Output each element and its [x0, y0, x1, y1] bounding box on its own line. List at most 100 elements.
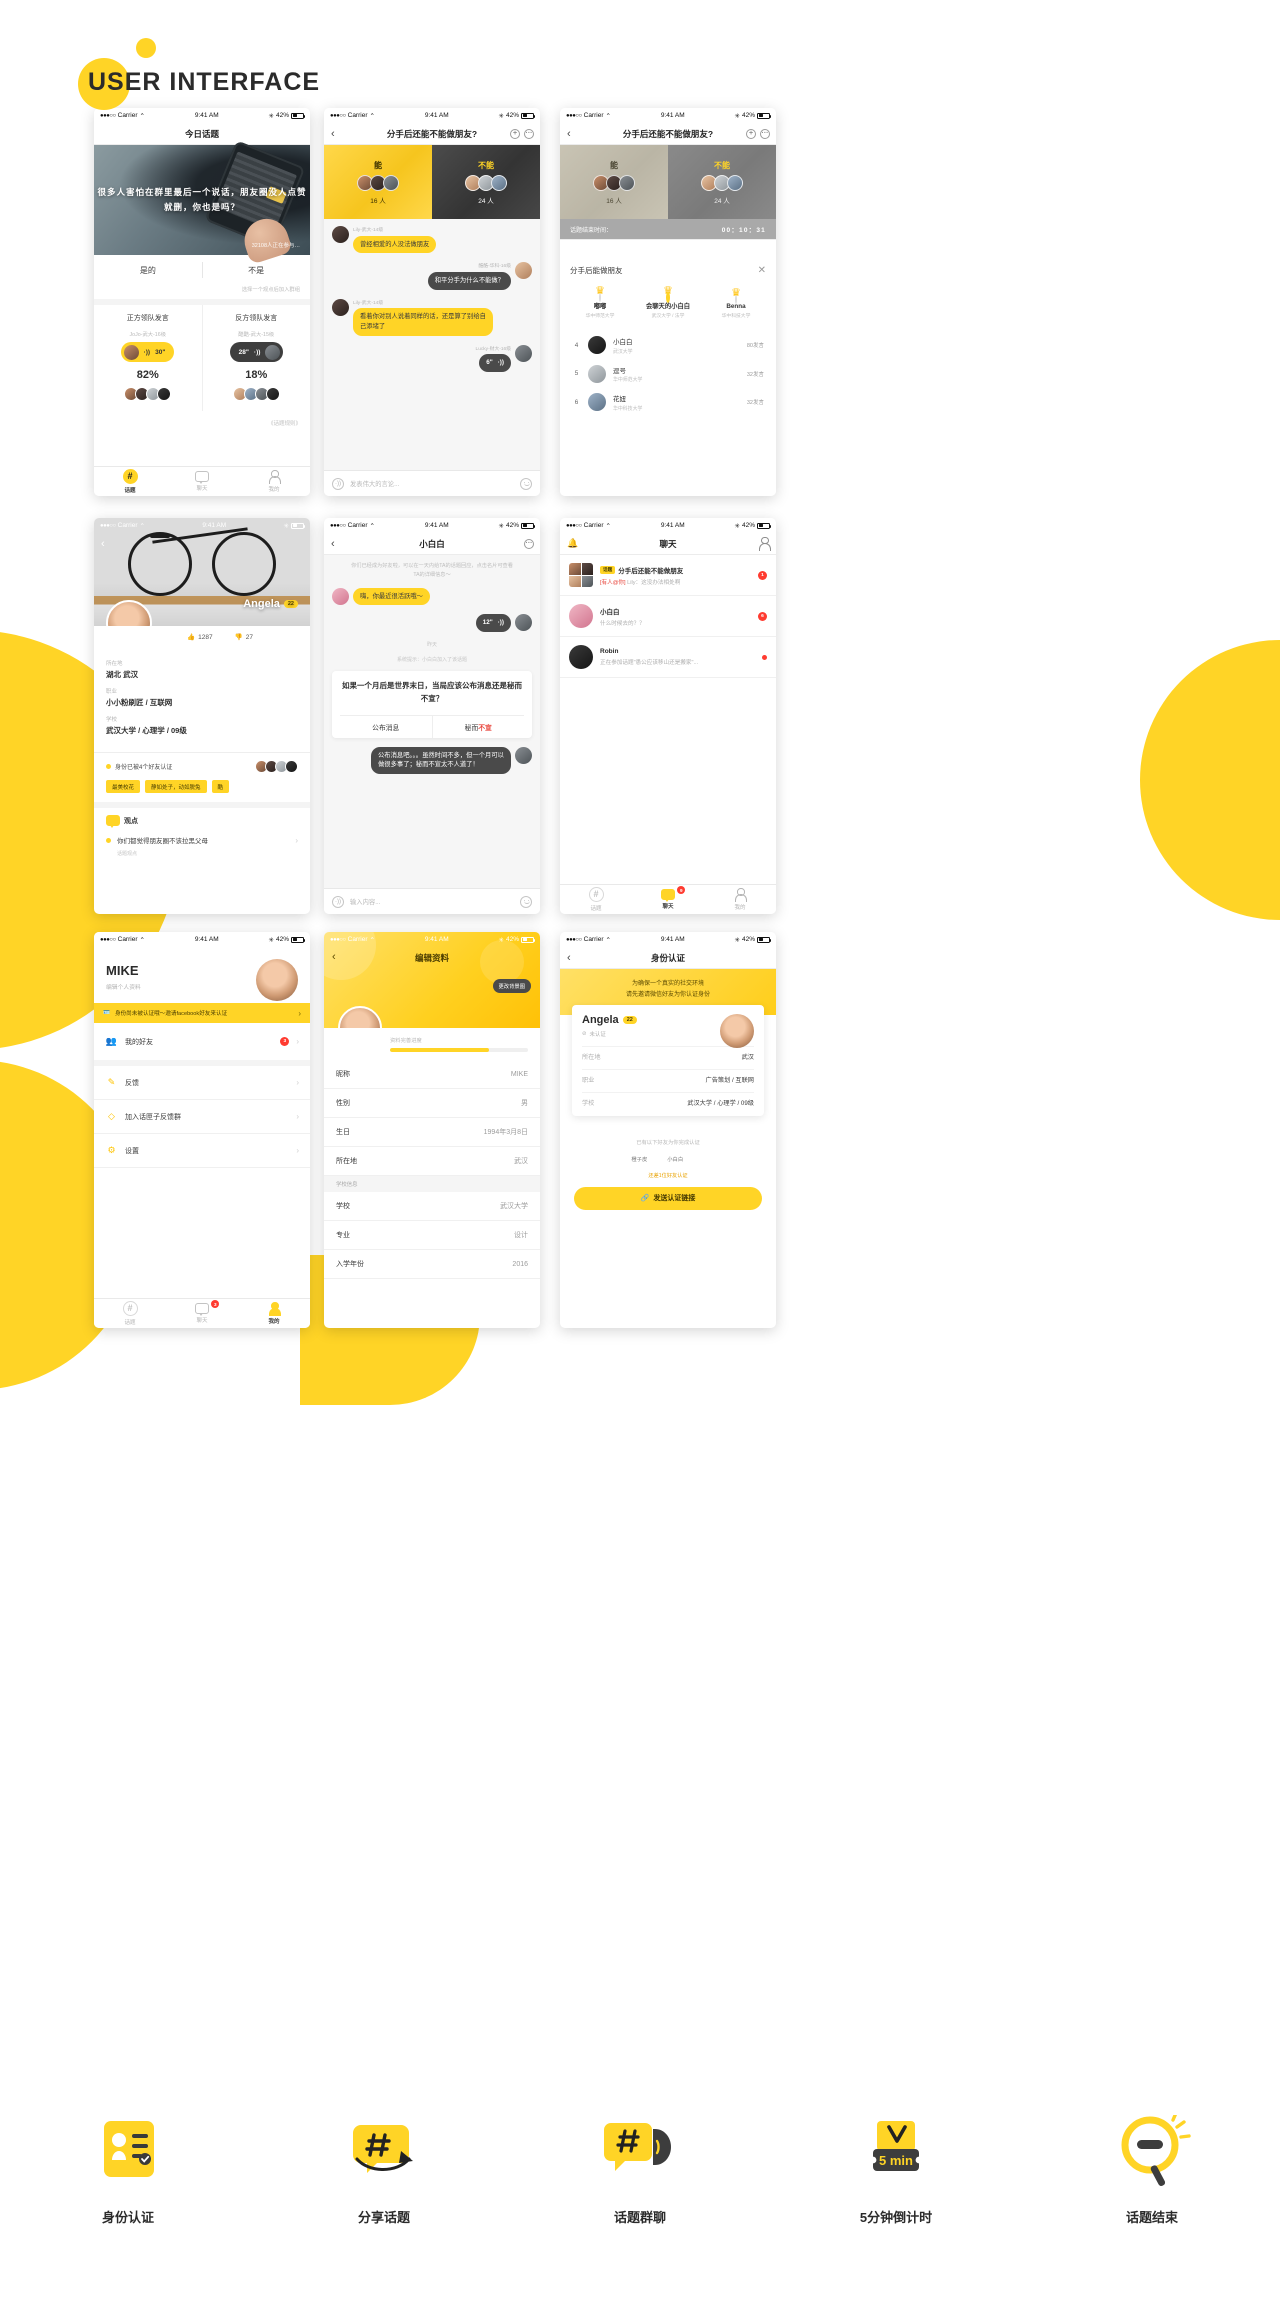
screen-me: ●●●○○ Carrier ⌃ 9:41 AM ✳ 42% MIKE 编辑个人资…: [94, 932, 310, 1328]
vote-option-conceal[interactable]: 秘而不宣: [431, 715, 525, 738]
emoji-icon[interactable]: [520, 477, 532, 490]
send-verify-link-button[interactable]: 🔗 发送认证链接: [574, 1186, 762, 1210]
message-list[interactable]: Lily-武大-14级 曾经相爱的人没法做朋友 酷酷-华科-16级 和平分手为什…: [324, 219, 540, 470]
edit-row-major[interactable]: 专业 设计: [324, 1221, 540, 1250]
message-bubble: 和平分手为什么不能做？: [427, 271, 511, 290]
me-header[interactable]: MIKE 编辑个人资料: [94, 947, 310, 1003]
message-input[interactable]: 输入内容...: [350, 897, 514, 906]
battery-icon: [521, 112, 535, 119]
add-icon[interactable]: +: [510, 128, 520, 139]
avatar[interactable]: [256, 959, 298, 1001]
side-yes[interactable]: 能 16 人: [560, 145, 668, 219]
more-icon[interactable]: ···: [524, 538, 534, 549]
verifier-placeholder: [703, 1155, 704, 1163]
signal-icon: ●●●○○: [566, 936, 582, 943]
more-icon[interactable]: ···: [524, 128, 534, 139]
add-icon[interactable]: +: [746, 128, 756, 139]
vote-yes-button[interactable]: 是的: [94, 255, 202, 285]
menu-item-settings[interactable]: ⚙ 设置 ›: [94, 1134, 310, 1168]
edit-row-enroll-year[interactable]: 入学年份 2016: [324, 1250, 540, 1279]
thumbs-up-icon: 👍: [187, 634, 196, 641]
dislike-button[interactable]: 👎 27: [235, 633, 253, 642]
avatar[interactable]: [515, 614, 532, 632]
menu-item-feedback[interactable]: ✎ 反馈 ›: [94, 1066, 310, 1100]
avatar[interactable]: [515, 746, 532, 764]
avatar[interactable]: [332, 298, 349, 316]
tab-me[interactable]: 我的: [704, 885, 776, 914]
avatar[interactable]: [338, 1006, 382, 1028]
tab-topics[interactable]: # 话题: [560, 885, 632, 914]
message-row: 嗨，你最近很活跃哦～: [332, 587, 532, 606]
avatar[interactable]: [332, 587, 349, 605]
avatar[interactable]: [515, 262, 532, 280]
topic-hero-banner[interactable]: 很多人害怕在群里最后一个说话，朋友圈没人点赞就删，你也是吗？ 32108人正在参…: [94, 140, 310, 265]
list-item[interactable]: 话题 分手后还能不能做朋友 [有人@你] Lily：这没办法相处啊 1: [560, 555, 776, 596]
clock-label: 9:41 AM: [424, 936, 449, 943]
add-friend-icon[interactable]: [758, 537, 772, 551]
topic-rules-link[interactable]: 《话题规则》: [94, 411, 310, 427]
my-friends-row[interactable]: 👥 我的好友 3 ›: [94, 1023, 310, 1066]
vote-option-publish[interactable]: 公布消息: [340, 716, 432, 738]
avatar[interactable]: [332, 226, 349, 243]
verify-banner[interactable]: 🪪 身份尚未被认证哦～邀请facebook好友来认证 ›: [94, 1003, 310, 1023]
edit-row-location[interactable]: 所在地 武汉: [324, 1147, 540, 1176]
menu-label: 加入话匣子反馈群: [125, 1113, 181, 1121]
more-icon[interactable]: ···: [760, 128, 770, 139]
back-button[interactable]: ‹: [567, 128, 571, 140]
edit-row-school[interactable]: 学校 武汉大学: [324, 1192, 540, 1221]
field-label: 学校: [582, 1099, 595, 1107]
ranking-row[interactable]: 5 逗号 华中师范大学 32发言: [570, 360, 766, 389]
navbar: ‹ 小白白 ···: [324, 533, 540, 555]
profile-tag[interactable]: 最美校花: [106, 780, 141, 793]
change-cover-button[interactable]: 更改背景图: [492, 979, 531, 993]
avatar: [285, 760, 298, 773]
tab-chat[interactable]: 聊天: [166, 467, 238, 496]
message-list[interactable]: 你们已经成为好友啦，可以在一天内给TA的话题回应，点击名片可查看TA的详细信息～…: [324, 555, 540, 888]
edit-row-gender[interactable]: 性别 男: [324, 1089, 540, 1118]
ranking-row[interactable]: 4 小白白 武汉大学 80发言: [570, 331, 766, 360]
ranking-row[interactable]: 6 花妞 华中科技大学 32发言: [570, 388, 766, 417]
podium-second[interactable]: ♛ 嘟嘟 华中师范大学: [574, 286, 626, 320]
avatar[interactable]: [515, 344, 532, 362]
voice-message-bubble[interactable]: 6" ·)): [479, 354, 511, 372]
edit-row-nickname[interactable]: 昵称 MIKE: [324, 1060, 540, 1089]
podium-first[interactable]: ♛ 会聊天的小白白 武汉大学 / 法学: [642, 286, 694, 320]
back-button[interactable]: ‹: [101, 538, 105, 550]
cover-bike-seat: [150, 534, 170, 538]
list-item[interactable]: 小白白 什么时候去的？？ 6: [560, 596, 776, 637]
viewpoint-item[interactable]: 你们都觉得朋友圈不该拉黑父母 ›: [106, 826, 298, 845]
podium-third[interactable]: ♛ Benna 华中科技大学: [710, 288, 762, 320]
side-no[interactable]: 不能 24 人: [432, 145, 540, 219]
close-icon[interactable]: ✕: [758, 265, 766, 276]
screen-today-topic: ●●●○○ Carrier ⌃ 9:41 AM ✳ 42% 今日话题 很多人害怕…: [94, 108, 310, 496]
menu-item-join-group[interactable]: ◇ 加入话匣子反馈群 ›: [94, 1100, 310, 1134]
voice-message-bubble[interactable]: 12" ·)): [475, 614, 511, 633]
tab-chat[interactable]: 3 聊天: [166, 1299, 238, 1328]
screen-user-profile: ●●●○○ Carrier ⌃ 9:41 AM ✳ ‹ Angela 22 👍 …: [94, 518, 310, 914]
tab-label: 聊天: [196, 485, 208, 492]
like-button[interactable]: 👍 1287: [187, 633, 213, 642]
side-no[interactable]: 不能 24 人: [668, 145, 776, 219]
back-button[interactable]: ‹: [331, 128, 335, 140]
profile-tag[interactable]: 静如处子，动如脱兔: [145, 780, 207, 793]
pro-voice-message[interactable]: ·)) 30": [121, 342, 175, 362]
con-voice-message[interactable]: ·)) 28": [229, 342, 283, 362]
back-button[interactable]: ‹: [331, 538, 335, 550]
back-button[interactable]: ‹: [567, 952, 571, 964]
notification-bell-icon[interactable]: 🔔: [567, 538, 578, 549]
unverified-icon: ⊘: [582, 1030, 587, 1037]
list-item[interactable]: Robin 正在参加话题"愚公应该移山还是搬家"...: [560, 637, 776, 678]
microphone-icon[interactable]: ·)): [332, 477, 344, 490]
emoji-icon[interactable]: [520, 895, 532, 908]
message-input[interactable]: 发表伟大的言论...: [350, 479, 514, 488]
profile-tag[interactable]: 酷: [211, 780, 230, 793]
tab-chat[interactable]: 9 聊天: [632, 885, 704, 914]
side-yes[interactable]: 能 16 人: [324, 145, 432, 219]
tab-topics[interactable]: # 话题: [94, 1299, 166, 1328]
tab-me[interactable]: 我的: [238, 467, 310, 496]
edit-row-birthday[interactable]: 生日 1994年3月8日: [324, 1118, 540, 1147]
system-hint: 你们已经成为好友啦，可以在一天内给TA的话题回应，点击名片可查看TA的详细信息～: [351, 563, 513, 578]
tab-topics[interactable]: # 话题: [94, 467, 166, 496]
microphone-icon[interactable]: ·)): [332, 895, 344, 908]
tab-me[interactable]: 我的: [238, 1299, 310, 1328]
